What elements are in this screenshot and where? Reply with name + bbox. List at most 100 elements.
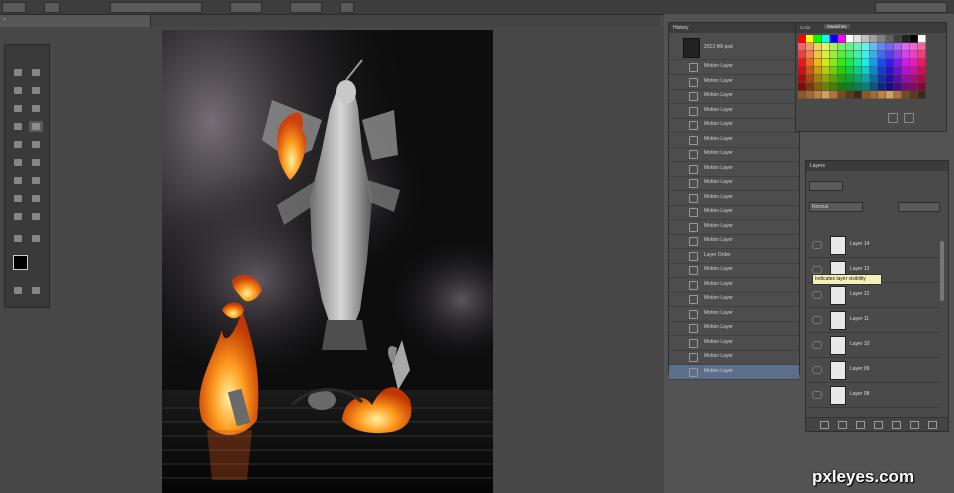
eye-icon[interactable] <box>812 241 822 249</box>
color-swatch[interactable] <box>822 91 830 99</box>
layers-scrollbar[interactable] <box>940 241 944 301</box>
color-swatch[interactable] <box>878 51 886 59</box>
color-swatch[interactable] <box>918 67 926 75</box>
color-swatch[interactable] <box>822 35 830 43</box>
history-item[interactable]: Motion Layer <box>669 234 799 249</box>
color-swatch[interactable] <box>894 91 902 99</box>
lasso-tool-icon[interactable] <box>29 85 43 96</box>
layers-panel-title[interactable]: Layers <box>810 163 825 169</box>
color-swatch[interactable] <box>862 35 870 43</box>
color-swatch[interactable] <box>798 51 806 59</box>
history-item[interactable]: Motion Layer <box>669 263 799 278</box>
color-swatch[interactable] <box>846 59 854 67</box>
color-swatch[interactable] <box>838 67 846 75</box>
color-swatch[interactable] <box>806 91 814 99</box>
color-swatch[interactable] <box>830 43 838 51</box>
color-swatch[interactable] <box>902 83 910 91</box>
tool-preset-picker[interactable] <box>2 2 26 13</box>
swatch-grid[interactable] <box>798 35 926 111</box>
artboard-tool-icon[interactable] <box>29 67 43 78</box>
color-swatch[interactable] <box>830 35 838 43</box>
color-swatch[interactable] <box>862 43 870 51</box>
mode-button[interactable] <box>44 2 60 13</box>
color-swatch[interactable] <box>814 51 822 59</box>
move-tool-icon[interactable] <box>11 67 25 78</box>
color-swatch[interactable] <box>886 67 894 75</box>
color-swatch[interactable] <box>822 67 830 75</box>
quick-select-tool-icon[interactable] <box>11 103 25 114</box>
history-item[interactable]: Motion Layer <box>669 89 799 104</box>
color-swatch[interactable] <box>814 59 822 67</box>
color-swatch[interactable] <box>798 83 806 91</box>
color-swatch[interactable] <box>910 75 918 83</box>
fx-icon[interactable] <box>838 421 847 429</box>
type-tool-icon[interactable] <box>29 193 43 204</box>
history-item[interactable]: Motion Layer <box>669 191 799 206</box>
color-swatch[interactable] <box>854 59 862 67</box>
color-swatch[interactable] <box>854 91 862 99</box>
color-swatch[interactable] <box>830 67 838 75</box>
color-swatch[interactable] <box>902 91 910 99</box>
color-swatch[interactable] <box>814 83 822 91</box>
flow-field[interactable] <box>290 2 322 13</box>
color-swatch[interactable] <box>806 67 814 75</box>
crop-tool-icon[interactable] <box>29 103 43 114</box>
trash-icon[interactable] <box>904 113 914 123</box>
eye-icon[interactable] <box>812 266 822 274</box>
folder-icon[interactable] <box>892 421 901 429</box>
color-swatch[interactable] <box>878 67 886 75</box>
color-swatch[interactable] <box>878 35 886 43</box>
color-swatch[interactable] <box>910 67 918 75</box>
color-swatch[interactable] <box>902 51 910 59</box>
color-swatch[interactable] <box>894 43 902 51</box>
zoom-tool-icon[interactable] <box>29 233 43 244</box>
color-swatch[interactable] <box>886 75 894 83</box>
layer-filter-select[interactable] <box>809 181 843 191</box>
color-swatch[interactable] <box>846 35 854 43</box>
color-swatch[interactable] <box>838 83 846 91</box>
color-swatch[interactable] <box>902 43 910 51</box>
color-swatch[interactable] <box>870 51 878 59</box>
history-brush-tool-icon[interactable] <box>29 139 43 150</box>
workspace-switcher[interactable] <box>875 2 947 13</box>
color-swatch[interactable] <box>870 43 878 51</box>
color-swatch[interactable] <box>910 35 918 43</box>
color-swatch[interactable] <box>862 51 870 59</box>
history-item[interactable]: Motion Layer <box>669 162 799 177</box>
color-swatch[interactable] <box>910 59 918 67</box>
color-swatch[interactable] <box>838 51 846 59</box>
color-swatch[interactable] <box>878 59 886 67</box>
color-swatch[interactable] <box>854 43 862 51</box>
history-item[interactable]: Motion Layer <box>669 350 799 365</box>
dodge-tool-icon[interactable] <box>29 175 43 186</box>
history-item[interactable]: Motion Layer <box>669 336 799 351</box>
color-swatch[interactable] <box>902 75 910 83</box>
color-swatch[interactable] <box>814 91 822 99</box>
color-swatch[interactable] <box>862 59 870 67</box>
history-item[interactable]: Motion Layer <box>669 75 799 90</box>
color-swatch[interactable] <box>798 91 806 99</box>
layer-row[interactable]: Layer 09 <box>808 358 940 383</box>
color-swatch[interactable] <box>894 59 902 67</box>
color-swatch[interactable] <box>854 83 862 91</box>
blend-mode-select[interactable]: Normal <box>809 202 863 212</box>
color-swatch[interactable] <box>918 91 926 99</box>
history-item[interactable]: Motion Layer <box>669 104 799 119</box>
color-swatch[interactable] <box>798 35 806 43</box>
color-swatch[interactable] <box>870 59 878 67</box>
color-swatch[interactable] <box>902 35 910 43</box>
document-canvas[interactable] <box>162 30 493 493</box>
color-swatch[interactable] <box>838 75 846 83</box>
link-layers-icon[interactable] <box>820 421 829 429</box>
marquee-tool-icon[interactable] <box>11 85 25 96</box>
color-swatch[interactable] <box>878 83 886 91</box>
color-swatch[interactable] <box>894 51 902 59</box>
history-item[interactable]: Motion Layer <box>669 278 799 293</box>
color-swatch[interactable] <box>838 43 846 51</box>
hand-tool-icon[interactable] <box>11 233 25 244</box>
clone-stamp-tool-icon[interactable] <box>11 139 25 150</box>
color-swatch[interactable] <box>814 35 822 43</box>
color-swatch[interactable] <box>822 43 830 51</box>
color-swatch[interactable] <box>910 51 918 59</box>
color-swatch[interactable] <box>806 51 814 59</box>
